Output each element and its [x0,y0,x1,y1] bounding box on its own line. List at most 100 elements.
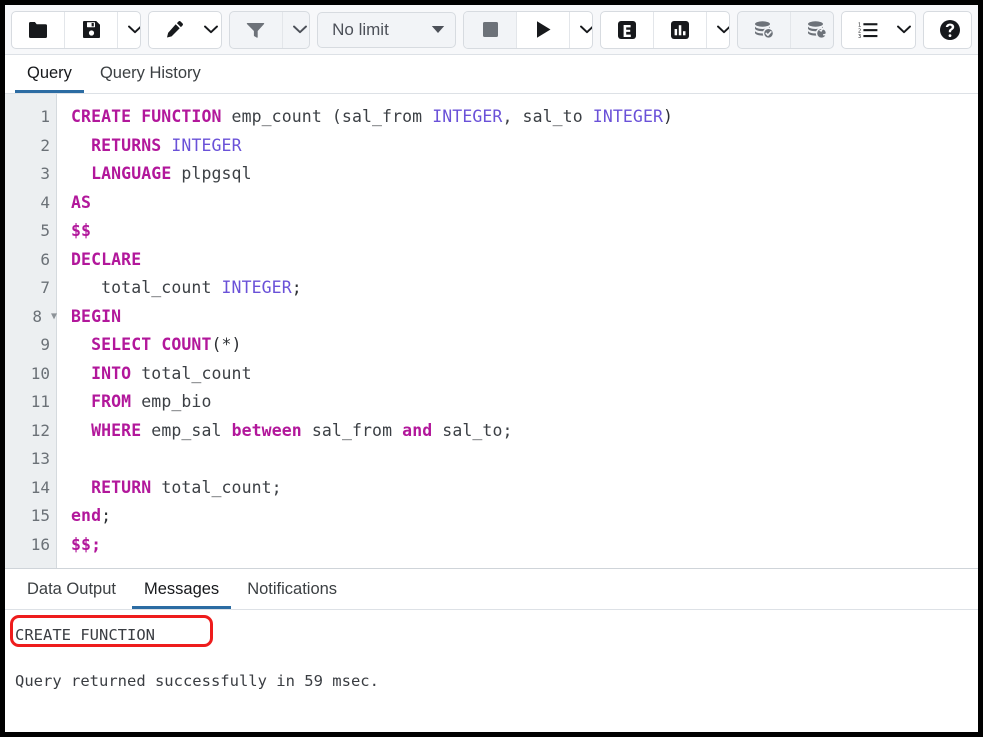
code-token: RETURNS [91,136,161,155]
code-token [161,136,171,155]
caret-down-icon [431,21,445,39]
edit-button[interactable] [149,12,196,48]
pencil-icon [165,20,184,39]
question-circle-icon [939,19,961,41]
code-token [71,478,91,497]
line-number: 2 [5,132,56,161]
code-token: INTEGER [171,136,241,155]
save-file-button[interactable] [65,12,118,48]
chevron-down-icon [580,25,593,34]
row-limit-select[interactable]: No limit [317,12,456,48]
line-number: 9 [5,331,56,360]
line-number: 10 [5,360,56,389]
tab-query-history[interactable]: Query History [88,61,213,93]
code-line: $$; [71,531,978,560]
rollback-button[interactable] [791,12,835,48]
line-number: 15 [5,502,56,531]
filter-options-dropdown[interactable] [283,12,310,48]
commit-button[interactable] [738,12,791,48]
tab-data-output-label: Data Output [27,580,116,598]
query-tool-toolbar: No limit [5,5,978,55]
chevron-down-icon [293,25,307,34]
tab-query[interactable]: Query [15,61,84,93]
row-limit-value: No limit [332,20,389,40]
code-token [71,136,91,155]
code-token: LANGUAGE [91,164,171,183]
line-number: 14 [5,474,56,503]
explain-button[interactable] [601,12,654,48]
tab-notifications[interactable]: Notifications [235,577,349,609]
tab-query-history-label: Query History [100,64,201,82]
execute-button-group [463,11,593,49]
code-token: sal_to; [432,421,512,440]
code-line: BEGIN [71,303,978,332]
code-token: WHERE [91,421,141,440]
code-token: plpgsql [171,164,251,183]
macros-button[interactable]: 1 2 3 [842,12,889,48]
line-number: 16 [5,531,56,560]
chevron-down-icon [204,25,218,34]
edit-options-dropdown[interactable] [196,12,222,48]
code-token: ; [292,278,302,297]
code-token: between [232,421,302,440]
execute-query-button[interactable] [517,12,570,48]
database-check-icon [753,20,775,39]
code-line: FROM emp_bio [71,388,978,417]
tab-messages[interactable]: Messages [132,577,231,609]
tab-query-label: Query [27,64,72,82]
code-line: RETURNS INTEGER [71,132,978,161]
execute-options-dropdown[interactable] [570,12,593,48]
code-token [71,421,91,440]
save-options-dropdown[interactable] [118,12,141,48]
edit-button-group [148,11,222,49]
numbered-list-icon: 1 2 3 [858,21,878,39]
line-number: 11 [5,388,56,417]
code-token: ) [663,107,673,126]
macros-dropdown[interactable] [889,12,915,48]
fold-triangle-icon[interactable]: ▼ [51,303,57,332]
line-number: 3 [5,160,56,189]
line-number: 1 [5,103,56,132]
play-triangle-icon [535,20,552,39]
save-floppy-icon [82,20,101,39]
code-token: total_count; [151,478,281,497]
code-token: and [402,421,432,440]
transaction-button-group [737,11,835,49]
sql-editor[interactable]: 12345678▼910111213141516 CREATE FUNCTION… [5,94,978,568]
explain-options-dropdown[interactable] [707,12,730,48]
code-token: ; [101,506,111,525]
message-result-line: CREATE FUNCTION [15,624,978,646]
code-token: emp_sal [141,421,231,440]
file-button-group [11,11,141,49]
help-button[interactable] [924,12,972,48]
code-token: RETURN [91,478,151,497]
stop-query-button[interactable] [464,12,517,48]
explain-analyze-button[interactable] [654,12,707,48]
chevron-down-icon [128,25,141,34]
tab-messages-label: Messages [144,580,219,598]
code-line: end; [71,502,978,531]
bar-chart-icon [670,20,690,40]
line-number: 13 [5,445,56,474]
message-spacer [15,646,978,670]
code-token: INTEGER [222,278,292,297]
tab-data-output[interactable]: Data Output [15,577,128,609]
chevron-down-icon [897,25,911,34]
line-number: 5 [5,217,56,246]
code-token: INTEGER [432,107,502,126]
code-token: $$; [71,535,101,554]
sql-code-area[interactable]: CREATE FUNCTION emp_count (sal_from INTE… [57,94,978,568]
stop-square-icon [482,21,499,38]
filter-button[interactable] [230,12,283,48]
message-status-line: Query returned successfully in 59 msec. [15,670,978,692]
help-button-group [923,11,972,49]
code-line: RETURN total_count; [71,474,978,503]
code-token: INTEGER [593,107,663,126]
funnel-icon [246,21,265,39]
macros-button-group: 1 2 3 [841,11,915,49]
code-token: sal_from [302,421,402,440]
code-token: DECLARE [71,250,141,269]
code-line: total_count INTEGER; [71,274,978,303]
open-file-button[interactable] [12,12,65,48]
code-line: WHERE emp_sal between sal_from and sal_t… [71,417,978,446]
